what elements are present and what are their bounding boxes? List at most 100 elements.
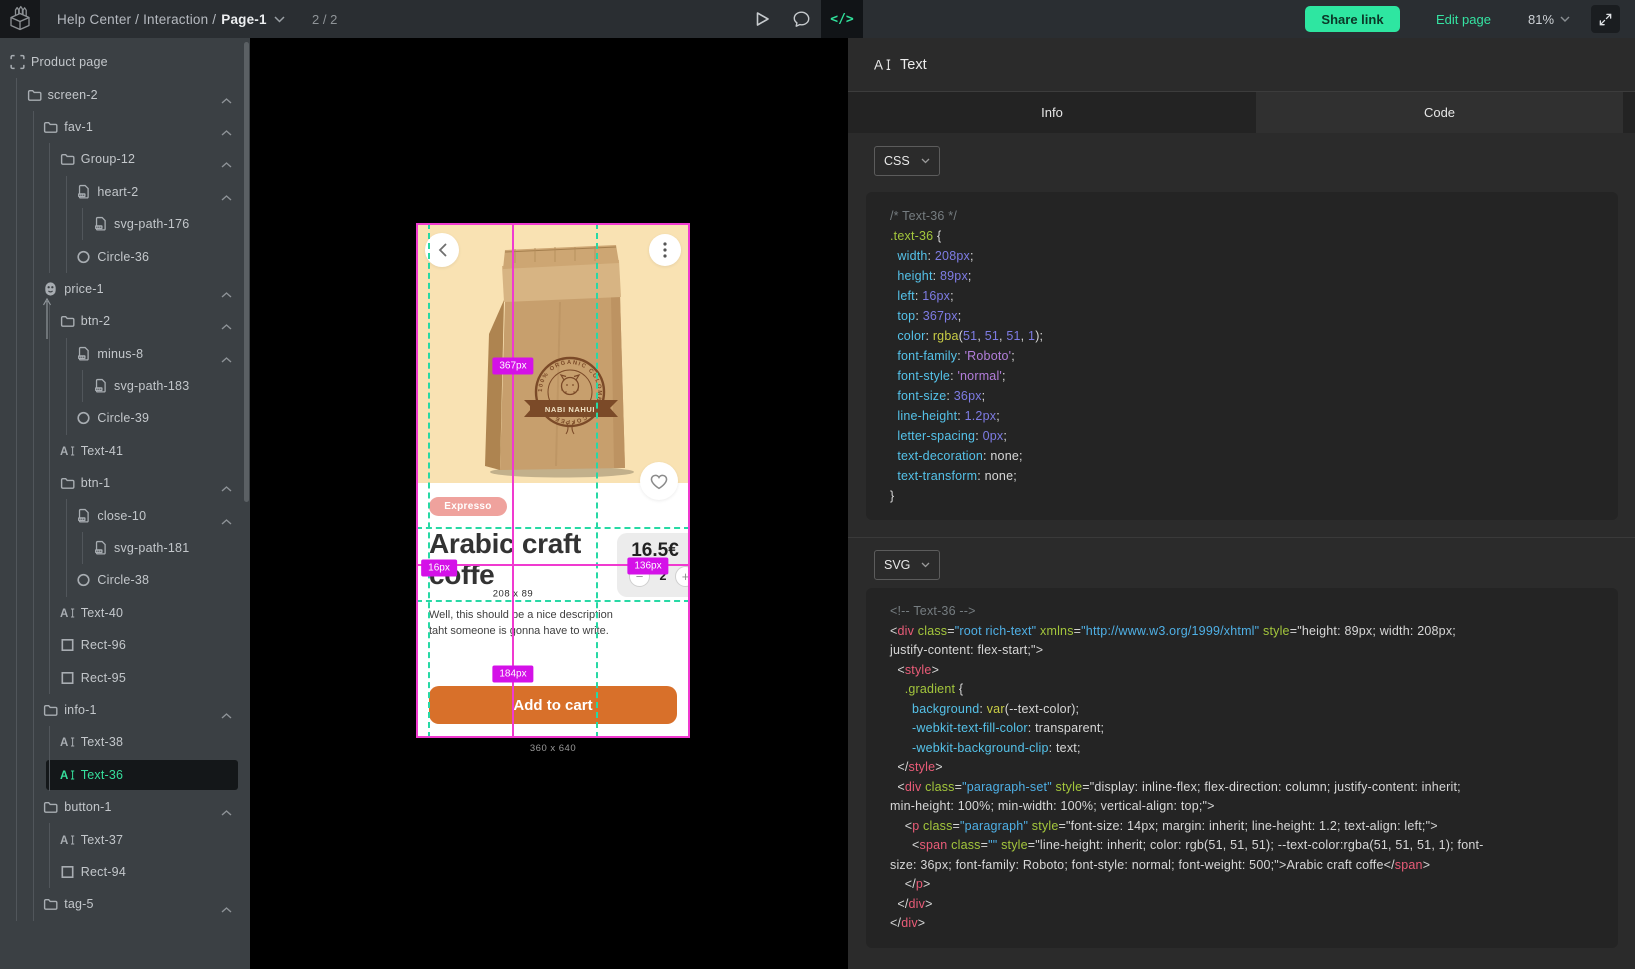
css-language-dropdown[interactable]: CSS [874, 146, 940, 176]
layers-panel: Product page screen-2fav-1Group-12heart-2… [0, 38, 250, 969]
layer-item-price-1[interactable]: price-1 [0, 273, 244, 305]
layer-item-Text-36[interactable]: AText-36 [0, 759, 244, 791]
collapse-chevron-icon[interactable] [221, 188, 232, 195]
collapse-chevron-icon[interactable] [221, 512, 232, 519]
layer-item-close-10[interactable]: close-10 [0, 499, 244, 531]
collapse-chevron-icon[interactable] [221, 91, 232, 98]
code-line: font-size: 36px; [890, 386, 1594, 406]
layer-item-Rect-96[interactable]: Rect-96 [0, 629, 244, 661]
code-toggle-button[interactable]: </> [821, 0, 863, 38]
layer-item-Circle-39[interactable]: Circle-39 [0, 402, 244, 434]
svg-language-dropdown[interactable]: SVG [874, 550, 940, 580]
tree-guide-line [49, 759, 50, 791]
category-tag[interactable]: Expresso [429, 497, 507, 516]
measurement-top: 367px [492, 358, 533, 375]
tree-guide-line [33, 338, 34, 370]
collapse-chevron-icon[interactable] [221, 156, 232, 163]
folder-icon [43, 800, 58, 815]
code-line: </div> [890, 895, 1594, 915]
code-line: </style> [890, 758, 1594, 778]
folder-icon [27, 87, 42, 102]
share-link-button[interactable]: Share link [1305, 6, 1400, 32]
tree-guide-line [33, 208, 34, 240]
code-line: text-decoration: none; [890, 446, 1594, 466]
layer-item-button-1[interactable]: button-1 [0, 791, 244, 823]
layer-item-btn-2[interactable]: btn-2 [0, 305, 244, 337]
tree-guide-line [49, 176, 50, 208]
layer-item-svg-path-181[interactable]: svg-path-181 [0, 532, 244, 564]
measurement-right: 136px [627, 558, 668, 575]
chevron-down-icon [1560, 16, 1570, 22]
tree-guide-line [16, 338, 17, 370]
svg-text:A: A [874, 58, 883, 73]
layer-item-heart-2[interactable]: heart-2 [0, 176, 244, 208]
layer-item-Circle-36[interactable]: Circle-36 [0, 240, 244, 272]
layer-item-Text-41[interactable]: AText-41 [0, 435, 244, 467]
layer-label: close-10 [97, 509, 146, 523]
layer-item-Text-37[interactable]: AText-37 [0, 823, 244, 855]
layer-item-minus-8[interactable]: minus-8 [0, 338, 244, 370]
layer-item-Text-40[interactable]: AText-40 [0, 597, 244, 629]
collapse-chevron-icon[interactable] [221, 285, 232, 292]
collapse-chevron-icon[interactable] [221, 480, 232, 487]
layer-item-Rect-94[interactable]: Rect-94 [0, 856, 244, 888]
layer-item-Group-12[interactable]: Group-12 [0, 143, 244, 175]
zoom-control[interactable]: 81% [1528, 0, 1570, 38]
layer-item-Product page[interactable]: Product page [0, 46, 244, 78]
back-button[interactable] [425, 233, 459, 267]
layer-item-fav-1[interactable]: fav-1 [0, 111, 244, 143]
layer-item-tag-5[interactable]: tag-5 [0, 888, 244, 920]
tree-guide-line [16, 791, 17, 823]
artboard-product-page[interactable]: 100% ORGANIC COLOMBIAN COFFEE NABI NAHUI… [416, 223, 690, 738]
comment-button[interactable] [788, 0, 814, 38]
tree-guide-line [16, 370, 17, 402]
quantity-plus-button[interactable]: + [675, 566, 690, 587]
code-line: .gradient { [890, 680, 1594, 700]
layer-item-Text-38[interactable]: AText-38 [0, 726, 244, 758]
breadcrumb[interactable]: Help Center / Interaction / Page-1 [57, 0, 285, 38]
coffee-bag-image: 100% ORGANIC COLOMBIAN COFFEE NABI NAHUI [416, 223, 690, 503]
tree-guide-line [82, 208, 83, 240]
layer-item-svg-path-183[interactable]: svg-path-183 [0, 370, 244, 402]
menu-button[interactable] [649, 234, 681, 266]
layer-item-screen-2[interactable]: screen-2 [0, 78, 244, 110]
tree-guide-line [49, 564, 50, 596]
collapse-chevron-icon[interactable] [221, 804, 232, 811]
layer-item-Circle-38[interactable]: Circle-38 [0, 564, 244, 596]
play-button[interactable] [750, 0, 774, 38]
tree-guide-line [16, 402, 17, 434]
tree-guide-line [33, 176, 34, 208]
css-code-block: /* Text-36 */.text-36 { width: 208px; he… [866, 192, 1618, 520]
code-line: -webkit-text-fill-color: transparent; [890, 719, 1594, 739]
tab-code[interactable]: Code [1256, 92, 1623, 133]
fullscreen-button[interactable] [1591, 5, 1620, 33]
tree-guide-line [49, 240, 50, 272]
code-line: <style> [890, 661, 1594, 681]
layer-label: Product page [31, 55, 108, 69]
chevron-down-icon [274, 16, 285, 23]
tree-guide-line [16, 694, 17, 726]
favorite-button[interactable] [640, 462, 678, 500]
layer-label: svg-path-183 [114, 379, 189, 393]
tree-guide-line [16, 597, 17, 629]
measurement-bottom: 184px [492, 666, 533, 683]
add-to-cart-button[interactable]: Add to cart [429, 686, 677, 724]
layer-item-btn-1[interactable]: btn-1 [0, 467, 244, 499]
layer-item-Rect-95[interactable]: Rect-95 [0, 661, 244, 693]
sidebar-scrollbar[interactable] [244, 42, 249, 502]
circle-icon [76, 249, 91, 264]
tree-guide-line [82, 370, 83, 402]
layer-item-svg-path-176[interactable]: svg-path-176 [0, 208, 244, 240]
app-logo-icon[interactable] [0, 0, 40, 38]
edit-page-link[interactable]: Edit page [1436, 0, 1491, 38]
collapse-chevron-icon[interactable] [221, 350, 232, 357]
collapse-chevron-icon[interactable] [221, 123, 232, 130]
collapse-chevron-icon[interactable] [221, 707, 232, 714]
design-canvas[interactable]: 100% ORGANIC COLOMBIAN COFFEE NABI NAHUI… [250, 38, 848, 969]
tab-info[interactable]: Info [848, 92, 1256, 133]
layer-item-info-1[interactable]: info-1 [0, 694, 244, 726]
collapse-chevron-icon[interactable] [221, 318, 232, 325]
collapse-chevron-icon[interactable] [221, 901, 232, 908]
code-line: height: 89px; [890, 266, 1594, 286]
tree-guide-line [16, 111, 17, 143]
